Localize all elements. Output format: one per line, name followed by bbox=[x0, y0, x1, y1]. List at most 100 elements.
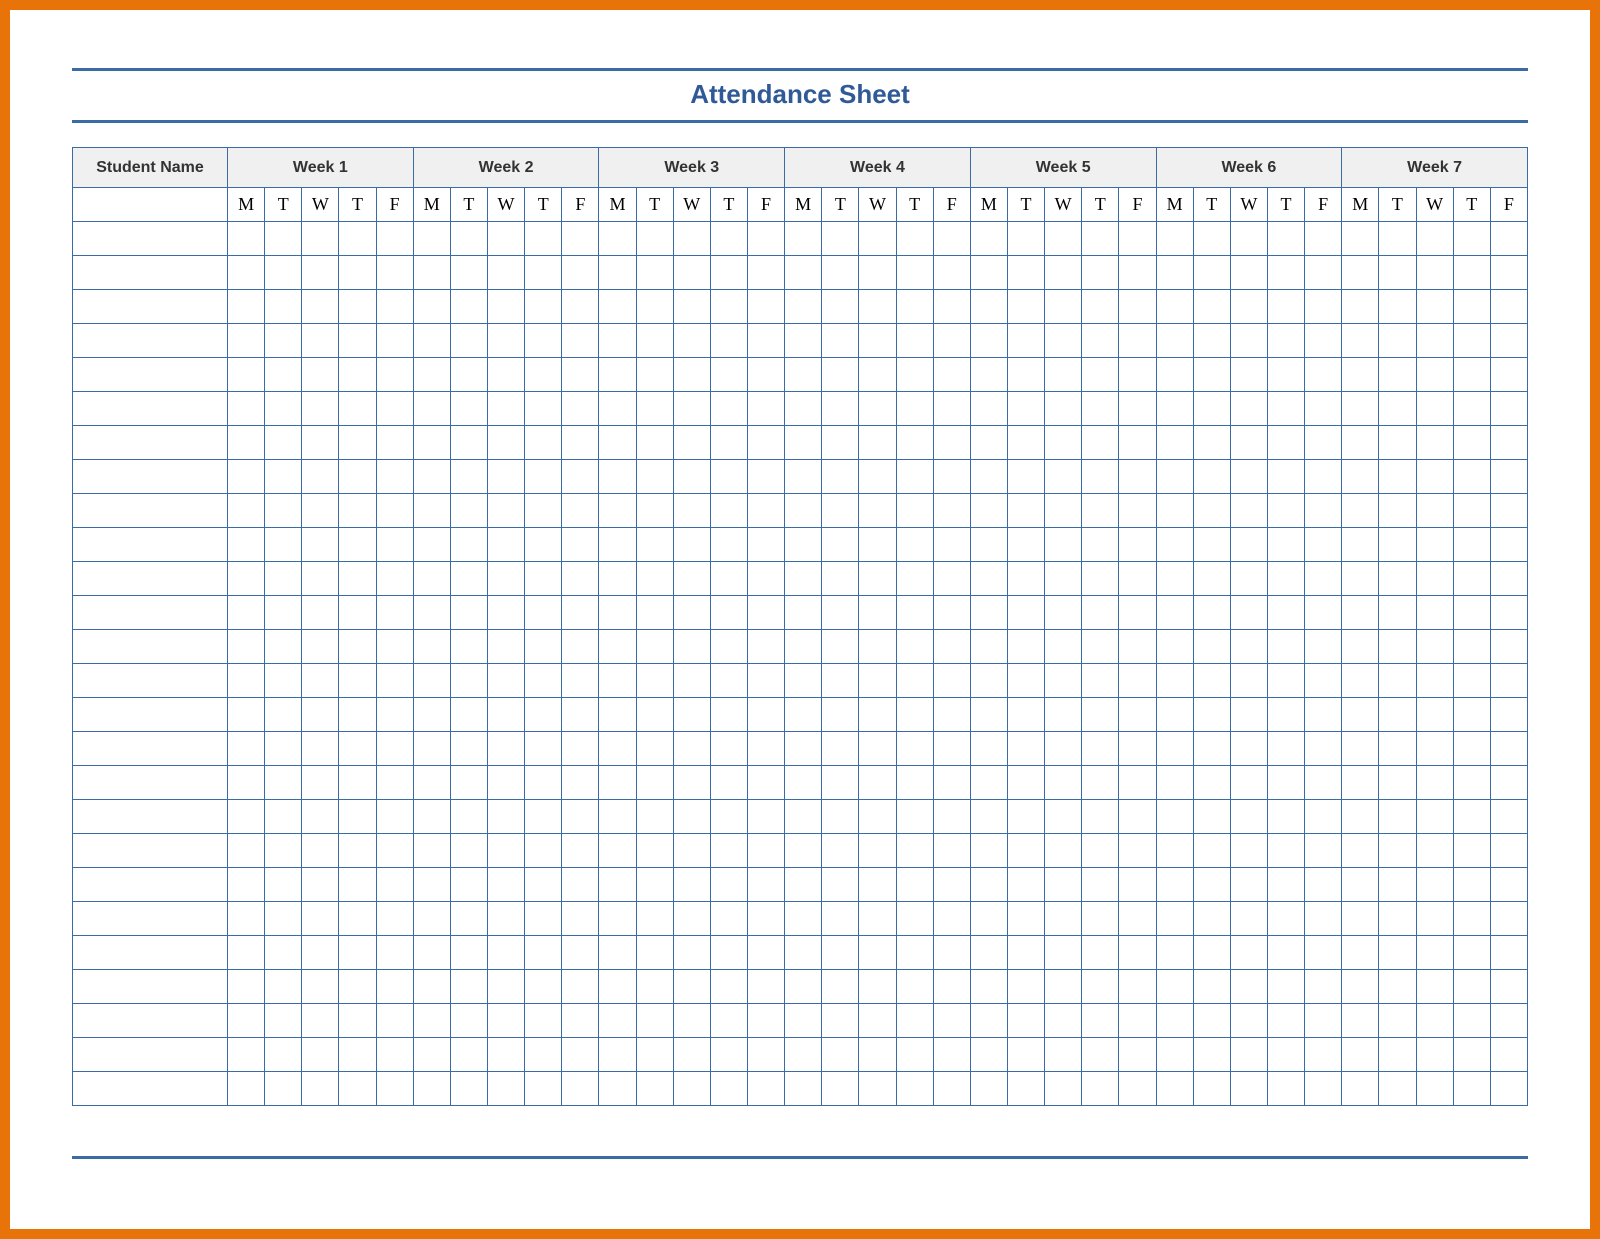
attendance-cell[interactable] bbox=[785, 1072, 822, 1106]
attendance-cell[interactable] bbox=[1490, 324, 1527, 358]
attendance-cell[interactable] bbox=[339, 596, 376, 630]
attendance-cell[interactable] bbox=[413, 834, 450, 868]
attendance-cell[interactable] bbox=[1453, 1038, 1490, 1072]
attendance-cell[interactable] bbox=[525, 902, 562, 936]
attendance-cell[interactable] bbox=[599, 1004, 636, 1038]
attendance-cell[interactable] bbox=[822, 324, 859, 358]
attendance-cell[interactable] bbox=[450, 324, 487, 358]
attendance-cell[interactable] bbox=[450, 732, 487, 766]
attendance-cell[interactable] bbox=[228, 324, 265, 358]
attendance-cell[interactable] bbox=[599, 902, 636, 936]
attendance-cell[interactable] bbox=[1267, 460, 1304, 494]
attendance-cell[interactable] bbox=[450, 834, 487, 868]
attendance-cell[interactable] bbox=[1267, 528, 1304, 562]
attendance-cell[interactable] bbox=[1193, 698, 1230, 732]
attendance-cell[interactable] bbox=[413, 664, 450, 698]
attendance-cell[interactable] bbox=[1193, 562, 1230, 596]
attendance-cell[interactable] bbox=[1156, 970, 1193, 1004]
attendance-cell[interactable] bbox=[785, 256, 822, 290]
attendance-cell[interactable] bbox=[636, 834, 673, 868]
student-name-cell[interactable] bbox=[73, 902, 228, 936]
attendance-cell[interactable] bbox=[747, 698, 784, 732]
attendance-cell[interactable] bbox=[822, 222, 859, 256]
attendance-cell[interactable] bbox=[822, 256, 859, 290]
attendance-cell[interactable] bbox=[376, 562, 413, 596]
attendance-cell[interactable] bbox=[822, 1004, 859, 1038]
attendance-cell[interactable] bbox=[562, 392, 599, 426]
attendance-cell[interactable] bbox=[1156, 324, 1193, 358]
attendance-cell[interactable] bbox=[1267, 324, 1304, 358]
attendance-cell[interactable] bbox=[1416, 494, 1453, 528]
attendance-cell[interactable] bbox=[1416, 868, 1453, 902]
attendance-cell[interactable] bbox=[376, 392, 413, 426]
attendance-cell[interactable] bbox=[599, 698, 636, 732]
attendance-cell[interactable] bbox=[1230, 1038, 1267, 1072]
attendance-cell[interactable] bbox=[413, 936, 450, 970]
attendance-cell[interactable] bbox=[1007, 630, 1044, 664]
attendance-cell[interactable] bbox=[1379, 970, 1416, 1004]
attendance-cell[interactable] bbox=[376, 222, 413, 256]
attendance-cell[interactable] bbox=[785, 358, 822, 392]
attendance-cell[interactable] bbox=[1045, 834, 1082, 868]
attendance-cell[interactable] bbox=[1379, 936, 1416, 970]
attendance-cell[interactable] bbox=[636, 1004, 673, 1038]
attendance-cell[interactable] bbox=[487, 358, 524, 392]
attendance-cell[interactable] bbox=[599, 936, 636, 970]
attendance-cell[interactable] bbox=[339, 1004, 376, 1038]
attendance-cell[interactable] bbox=[228, 630, 265, 664]
attendance-cell[interactable] bbox=[859, 664, 896, 698]
attendance-cell[interactable] bbox=[1305, 562, 1342, 596]
attendance-cell[interactable] bbox=[822, 902, 859, 936]
attendance-cell[interactable] bbox=[636, 562, 673, 596]
attendance-cell[interactable] bbox=[1045, 732, 1082, 766]
attendance-cell[interactable] bbox=[1007, 528, 1044, 562]
attendance-cell[interactable] bbox=[302, 630, 339, 664]
attendance-cell[interactable] bbox=[562, 222, 599, 256]
attendance-cell[interactable] bbox=[562, 664, 599, 698]
attendance-cell[interactable] bbox=[1193, 970, 1230, 1004]
attendance-cell[interactable] bbox=[376, 596, 413, 630]
attendance-cell[interactable] bbox=[1082, 834, 1119, 868]
attendance-cell[interactable] bbox=[896, 868, 933, 902]
attendance-cell[interactable] bbox=[859, 766, 896, 800]
attendance-cell[interactable] bbox=[747, 902, 784, 936]
attendance-cell[interactable] bbox=[1156, 834, 1193, 868]
attendance-cell[interactable] bbox=[859, 222, 896, 256]
attendance-cell[interactable] bbox=[933, 426, 970, 460]
attendance-cell[interactable] bbox=[487, 392, 524, 426]
attendance-cell[interactable] bbox=[933, 766, 970, 800]
attendance-cell[interactable] bbox=[1416, 290, 1453, 324]
attendance-cell[interactable] bbox=[339, 766, 376, 800]
attendance-cell[interactable] bbox=[636, 1072, 673, 1106]
attendance-cell[interactable] bbox=[339, 834, 376, 868]
attendance-cell[interactable] bbox=[525, 732, 562, 766]
attendance-cell[interactable] bbox=[1342, 222, 1379, 256]
attendance-cell[interactable] bbox=[673, 936, 710, 970]
attendance-cell[interactable] bbox=[1119, 630, 1156, 664]
attendance-cell[interactable] bbox=[1045, 664, 1082, 698]
attendance-cell[interactable] bbox=[1453, 426, 1490, 460]
attendance-cell[interactable] bbox=[487, 800, 524, 834]
attendance-cell[interactable] bbox=[413, 222, 450, 256]
attendance-cell[interactable] bbox=[1119, 562, 1156, 596]
attendance-cell[interactable] bbox=[1267, 1004, 1304, 1038]
attendance-cell[interactable] bbox=[710, 494, 747, 528]
attendance-cell[interactable] bbox=[413, 630, 450, 664]
attendance-cell[interactable] bbox=[747, 494, 784, 528]
attendance-cell[interactable] bbox=[1045, 1072, 1082, 1106]
attendance-cell[interactable] bbox=[673, 1004, 710, 1038]
attendance-cell[interactable] bbox=[302, 358, 339, 392]
attendance-cell[interactable] bbox=[896, 1004, 933, 1038]
attendance-cell[interactable] bbox=[1453, 800, 1490, 834]
attendance-cell[interactable] bbox=[710, 936, 747, 970]
attendance-cell[interactable] bbox=[1453, 358, 1490, 392]
attendance-cell[interactable] bbox=[859, 528, 896, 562]
attendance-cell[interactable] bbox=[1045, 698, 1082, 732]
attendance-cell[interactable] bbox=[1156, 698, 1193, 732]
student-name-cell[interactable] bbox=[73, 732, 228, 766]
attendance-cell[interactable] bbox=[1453, 222, 1490, 256]
attendance-cell[interactable] bbox=[1156, 936, 1193, 970]
attendance-cell[interactable] bbox=[822, 664, 859, 698]
attendance-cell[interactable] bbox=[487, 868, 524, 902]
attendance-cell[interactable] bbox=[859, 970, 896, 1004]
